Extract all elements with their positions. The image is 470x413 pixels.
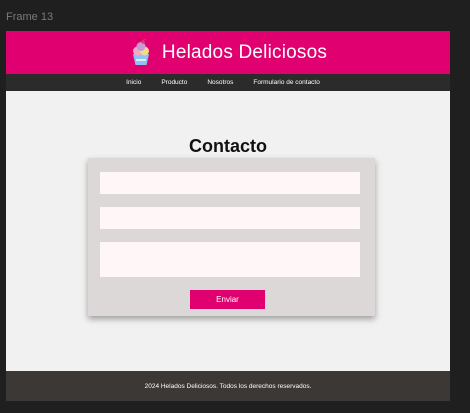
name-field[interactable] [100, 172, 360, 194]
ice-cream-cup-icon [132, 38, 149, 65]
contact-form: Enviar [88, 158, 375, 316]
site-title: Helados Deliciosos [161, 41, 328, 63]
main-content: Contacto Enviar [6, 91, 450, 371]
send-button[interactable]: Enviar [190, 290, 265, 309]
nav-item-nosotros[interactable]: Nosotros [207, 79, 233, 86]
nav-item-inicio[interactable]: Inicio [126, 79, 141, 86]
main-nav: Inicio Producto Nosotros Formulario de c… [6, 74, 450, 91]
nav-item-producto[interactable]: Producto [161, 79, 187, 86]
page-frame: Helados Deliciosos Inicio Producto Nosot… [6, 31, 450, 401]
nav-item-formulario-contacto[interactable]: Formulario de contacto [253, 79, 319, 86]
footer-text: 2024 Helados Deliciosos. Todos los derec… [144, 382, 312, 390]
message-field[interactable] [100, 242, 360, 277]
page-title: Contacto [189, 136, 267, 157]
email-field[interactable] [100, 207, 360, 229]
site-footer: 2024 Helados Deliciosos. Todos los derec… [6, 371, 450, 401]
frame-label: Frame 13 [6, 11, 54, 23]
site-header: Helados Deliciosos [6, 31, 450, 74]
